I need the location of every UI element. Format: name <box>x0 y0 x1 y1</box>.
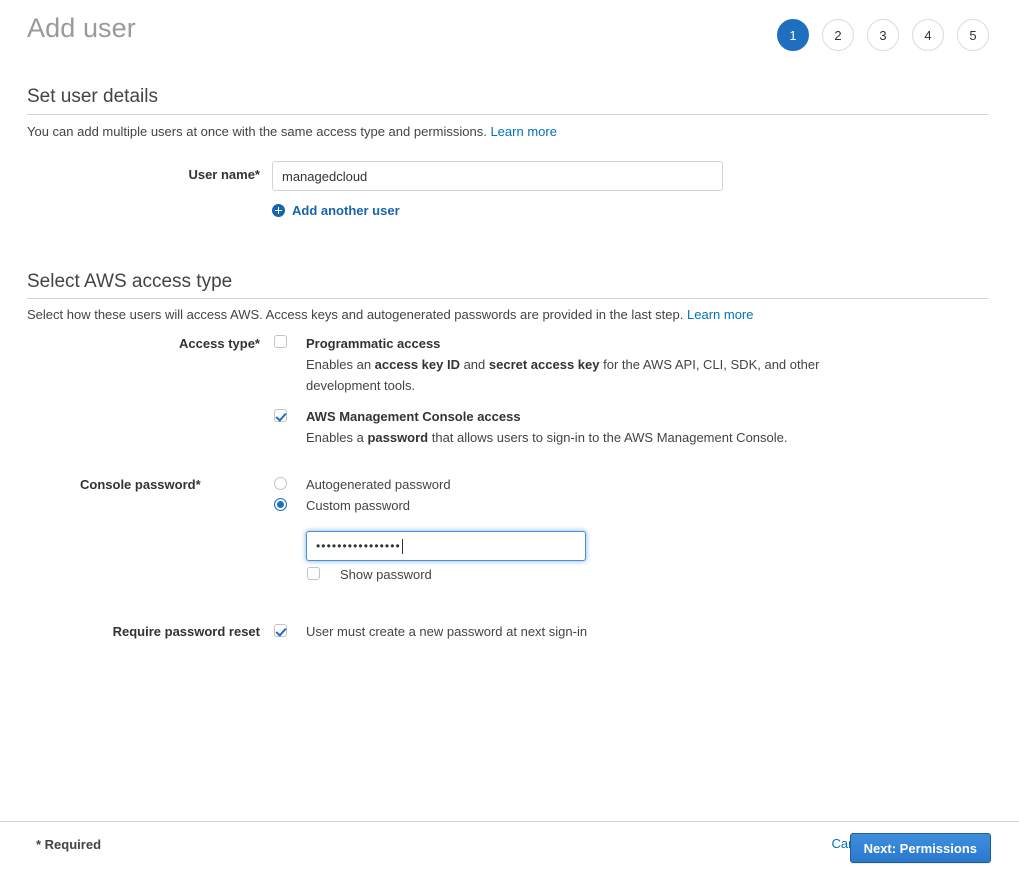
custom-password-input[interactable]: •••••••••••••••• <box>306 531 586 561</box>
step-5[interactable]: 5 <box>957 19 989 51</box>
console-desc-text-1: Enables a <box>306 430 368 445</box>
user-name-input[interactable] <box>272 161 723 191</box>
autogenerated-password-label: Autogenerated password <box>306 477 451 492</box>
console-access-title: AWS Management Console access <box>306 409 521 424</box>
page-title: Add user <box>27 13 136 43</box>
require-password-reset-label: Require password reset <box>112 624 260 639</box>
custom-password-label: Custom password <box>306 498 411 513</box>
programmatic-access-title: Programmatic access <box>306 336 441 351</box>
step-indicator: 1 2 3 4 5 <box>777 19 989 51</box>
console-desc-bold-1: password <box>367 430 429 445</box>
password-masked-value: •••••••••••••••• <box>316 532 576 560</box>
programmatic-desc-bold-2: secret access key <box>488 357 600 372</box>
console-desc-text-2: that allows users to sign-in to the AWS … <box>428 430 788 445</box>
learn-more-link-access-type[interactable]: Learn more <box>687 307 753 322</box>
programmatic-access-checkbox[interactable] <box>274 335 287 348</box>
select-access-type-heading: Select AWS access type <box>27 271 233 292</box>
set-user-details-description-text: You can add multiple users at once with … <box>27 124 487 139</box>
plus-circle-icon <box>272 204 285 217</box>
show-password-label: Show password <box>340 567 432 582</box>
autogenerated-password-radio[interactable] <box>274 477 287 490</box>
step-2[interactable]: 2 <box>822 19 854 51</box>
password-dots: •••••••••••••••• <box>316 539 401 553</box>
add-another-user-button[interactable]: Add another user <box>272 203 400 218</box>
user-name-label: User name* <box>188 167 260 182</box>
require-password-reset-checkbox[interactable] <box>274 624 287 637</box>
console-access-description: Enables a password that allows users to … <box>306 427 906 448</box>
select-access-type-description-text: Select how these users will access AWS. … <box>27 307 684 322</box>
show-password-checkbox[interactable] <box>307 567 320 580</box>
learn-more-link-user-details[interactable]: Learn more <box>490 124 556 139</box>
require-password-reset-option-label: User must create a new password at next … <box>306 624 588 639</box>
next-permissions-button[interactable]: Next: Permissions <box>849 833 991 863</box>
select-access-type-description: Select how these users will access AWS. … <box>27 307 753 322</box>
console-password-label: Console password* <box>80 477 201 492</box>
step-1[interactable]: 1 <box>777 19 809 51</box>
programmatic-access-description: Enables an access key ID and secret acce… <box>306 354 836 396</box>
console-access-checkbox[interactable] <box>274 409 287 422</box>
set-user-details-heading: Set user details <box>27 86 158 107</box>
access-type-label: Access type* <box>179 336 260 351</box>
programmatic-desc-text-2: and <box>459 357 489 372</box>
step-4[interactable]: 4 <box>912 19 944 51</box>
programmatic-desc-bold-1: access key ID <box>374 357 460 372</box>
page-header: Add user 1 2 3 4 5 <box>0 0 1019 72</box>
programmatic-desc-text-1: Enables an <box>306 357 375 372</box>
add-another-user-label: Add another user <box>292 203 400 218</box>
custom-password-radio[interactable] <box>274 498 287 511</box>
section-divider-1 <box>27 114 988 115</box>
required-note: * Required <box>36 837 102 852</box>
set-user-details-description: You can add multiple users at once with … <box>27 124 557 139</box>
step-3[interactable]: 3 <box>867 19 899 51</box>
section-divider-2 <box>27 298 988 299</box>
text-caret <box>401 538 403 554</box>
